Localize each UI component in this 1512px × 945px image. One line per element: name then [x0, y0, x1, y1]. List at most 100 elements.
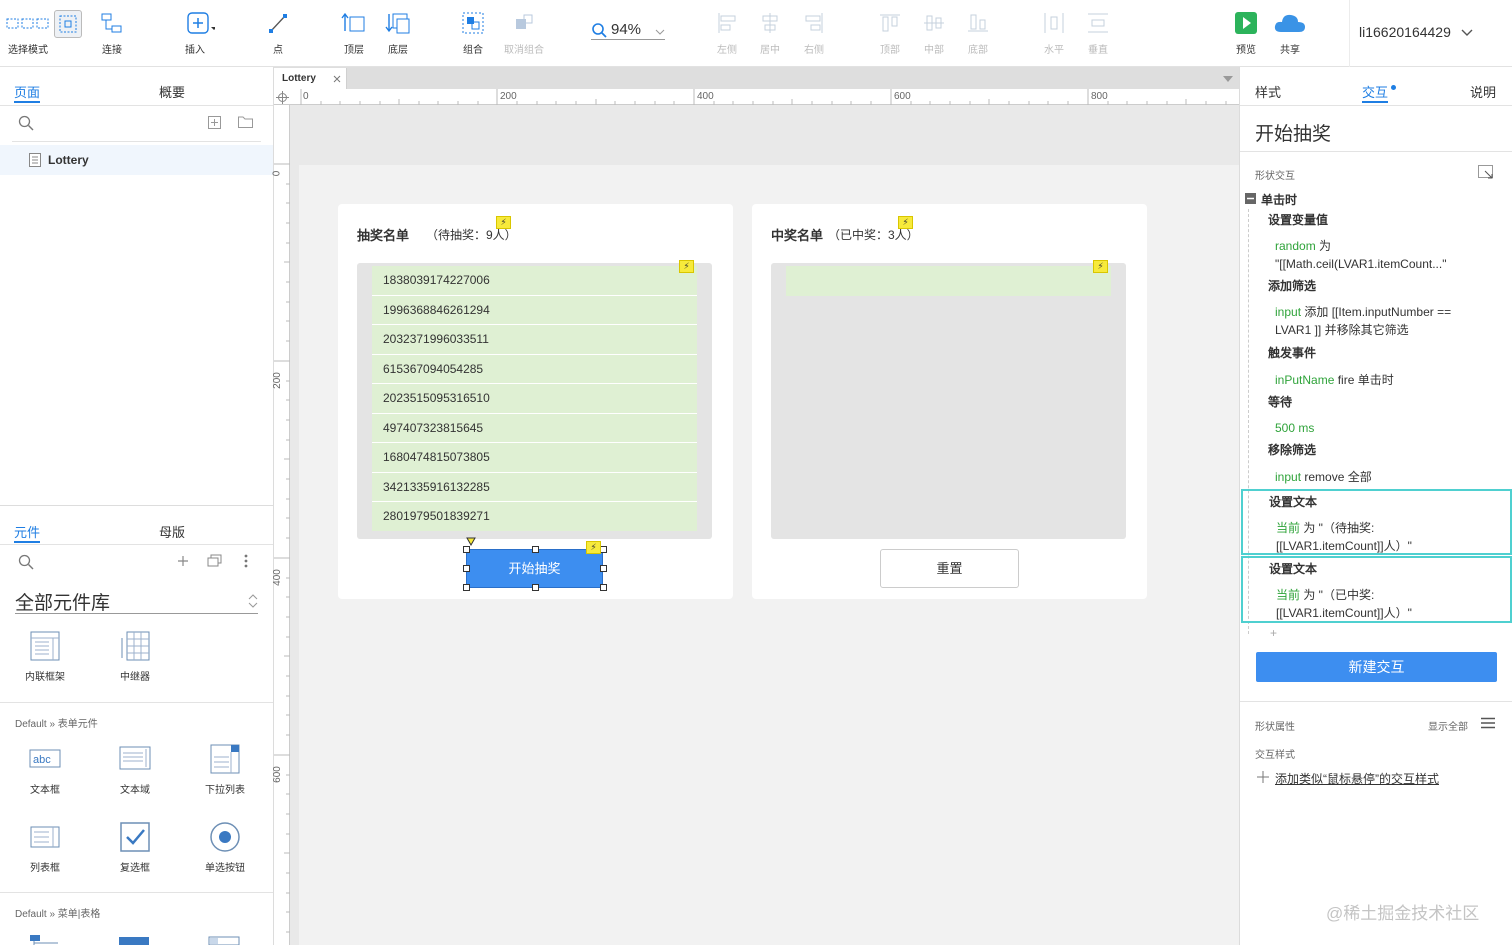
element-name[interactable]: 开始抽奖 [1255, 119, 1331, 146]
widget-list-box[interactable]: 列表框 [10, 821, 80, 874]
list-item: 1996368846261294 [372, 295, 697, 325]
section-form-widgets[interactable]: Default » 表单元件 [15, 715, 98, 730]
ungroup-button[interactable]: 取消组合 [498, 8, 550, 56]
list-menu-icon[interactable] [1481, 717, 1495, 729]
interaction-dialog-icon[interactable] [1478, 165, 1494, 180]
insert-button[interactable]: 插入 [169, 8, 221, 56]
resize-handle[interactable] [463, 584, 470, 591]
tab-lottery[interactable]: Lottery [274, 68, 347, 89]
more-options-icon[interactable] [243, 554, 249, 568]
tab-active-underline [14, 101, 40, 103]
tab-interaction[interactable]: 交互 [1362, 82, 1388, 101]
start-draw-button[interactable]: 开始抽奖 [466, 549, 603, 588]
distribute-vertical-button[interactable]: 垂直 [1072, 8, 1124, 56]
widget-repeater[interactable]: 中继器 [100, 630, 170, 683]
resize-handle[interactable] [532, 584, 539, 591]
widget-inline-frame[interactable]: 内联框架 [10, 630, 80, 683]
point-button[interactable]: 点 [252, 8, 304, 56]
action-detail: input remove 全部 [1275, 468, 1372, 486]
resize-handle[interactable] [532, 546, 539, 553]
group-button[interactable]: 组合 [447, 8, 499, 56]
widget-text-area[interactable]: 文本域 [100, 743, 170, 796]
table-widget-icon [119, 937, 149, 945]
menu-widget-icon [208, 936, 240, 945]
ruler-label: 200 [500, 91, 517, 102]
add-page-icon[interactable] [208, 116, 221, 129]
list-item: 497407323815645 [372, 413, 697, 443]
section-interaction-style: 交互样式 [1255, 750, 1295, 761]
close-icon[interactable] [333, 75, 341, 83]
section-menu-widgets[interactable]: Default » 菜单|表格 [15, 905, 100, 920]
list-item: 3421335916132285 [372, 472, 697, 502]
event-bolt-icon: ⚡ [496, 216, 511, 229]
add-folder-icon[interactable] [238, 116, 253, 128]
resize-handle[interactable] [600, 584, 607, 591]
event-bolt-icon: ⚡ [586, 541, 601, 554]
tab-active-underline [14, 541, 40, 543]
library-title: 全部元件库 [15, 593, 111, 614]
add-interaction-style-link[interactable]: 添加类似“鼠标悬停”的交互样式 [1275, 770, 1439, 787]
action-target: 当前 [1276, 588, 1301, 602]
tab-outline[interactable]: 概要 [159, 82, 185, 101]
ruler-vertical: 0 200 400 600 [271, 105, 290, 945]
search-icon[interactable] [18, 554, 34, 570]
widget-radio[interactable]: 单选按钮 [190, 821, 260, 874]
tab-style[interactable]: 样式 [1255, 82, 1281, 101]
align-bottom-button[interactable]: 底部 [952, 8, 1004, 56]
collapse-icon[interactable] [1245, 193, 1256, 204]
connector-icon [101, 13, 122, 33]
widget-text-field[interactable]: abc 文本框 [10, 743, 80, 796]
zoom-select[interactable]: 94% [591, 20, 665, 40]
tab-notes[interactable]: 说明 [1470, 82, 1496, 101]
reset-button[interactable]: 重置 [880, 549, 1019, 588]
page-artboard[interactable]: 抽奖名单 （待抽奖：9人） ⚡ 1838039174227006 1996368… [299, 165, 1239, 945]
action-set-text-pending[interactable]: 设置文本 当前 为 "（待抽奖: [[LVAR1.itemCount]]人）" [1241, 489, 1512, 555]
add-library-icon[interactable] [177, 555, 189, 567]
align-right-icon [805, 13, 823, 33]
inline-frame-icon [30, 631, 60, 661]
page-item-lottery[interactable]: Lottery [0, 145, 273, 175]
copy-library-icon[interactable] [207, 554, 223, 568]
action-set-text-winners[interactable]: 设置文本 当前 为 "（已中奖: [[LVAR1.itemCount]]人）" [1241, 556, 1512, 623]
resize-handle[interactable] [463, 565, 470, 572]
design-canvas[interactable]: Lottery 0 200 400 600 800 0 200 400 600 [271, 67, 1239, 945]
tab-pages[interactable]: 页面 [14, 82, 40, 101]
event-onclick[interactable]: 单击时 [1261, 191, 1297, 208]
share-button[interactable]: 共享 [1264, 8, 1316, 56]
crosshair-icon[interactable] [276, 91, 289, 104]
widget-label: 单选按钮 [205, 863, 245, 874]
tab-title: Lottery [282, 73, 316, 84]
show-all-link[interactable]: 显示全部 [1428, 718, 1468, 733]
widget-dropdown[interactable]: 下拉列表 [190, 743, 260, 796]
tab-widgets[interactable]: 元件 [14, 522, 40, 541]
rotate-handle-icon[interactable] [466, 537, 476, 546]
resize-handle[interactable] [600, 565, 607, 572]
action-title: 设置文本 [1269, 562, 1318, 576]
pending-repeater[interactable]: 1838039174227006 1996368846261294 203237… [357, 260, 712, 539]
align-right-button[interactable]: 右侧 [788, 8, 840, 56]
add-action-button[interactable]: + [1270, 626, 1277, 640]
action-text: LVAR1 ]] 并移除其它筛选 [1275, 323, 1409, 337]
section-shape-props: 形状属性 [1255, 722, 1295, 733]
action-text: "[[Math.ceil(LVAR1.itemCount..." [1275, 257, 1447, 271]
search-icon[interactable] [18, 115, 34, 131]
toolbar-divider [1349, 0, 1350, 67]
send-to-back-button[interactable]: 底层 [372, 8, 424, 56]
chevron-down-icon[interactable] [1223, 76, 1233, 82]
list-box-icon [30, 826, 60, 848]
tab-masters[interactable]: 母版 [159, 522, 185, 541]
select-contained-button[interactable] [54, 10, 82, 38]
resize-handle[interactable] [600, 546, 607, 553]
radio-button-icon [210, 822, 240, 852]
plus-icon[interactable] [1257, 771, 1269, 783]
inspector-panel: 样式 交互 说明 开始抽奖 形状交互 单击时 设置变量值 random 为 "[[… [1239, 67, 1512, 945]
winners-repeater[interactable]: ⚡ [771, 260, 1126, 539]
library-select[interactable]: 全部元件库 [15, 588, 258, 614]
widget-checkbox[interactable]: 复选框 [100, 821, 170, 874]
connect-button[interactable]: 连接 [86, 8, 138, 56]
action-title: 等待 [1268, 395, 1293, 409]
new-interaction-button[interactable]: 新建交互 [1256, 652, 1497, 682]
user-account-menu[interactable]: li16620164429 [1359, 24, 1473, 40]
resize-handle[interactable] [463, 546, 470, 553]
select-mode-button[interactable]: 选择模式 [2, 8, 54, 56]
